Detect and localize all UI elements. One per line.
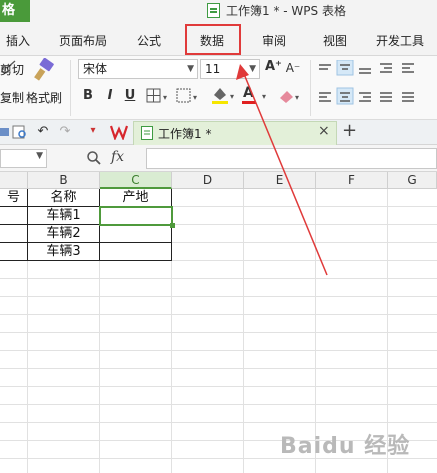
- baidu-watermark: Baidu 经验: [280, 434, 411, 459]
- annotation-arrow: [236, 64, 328, 276]
